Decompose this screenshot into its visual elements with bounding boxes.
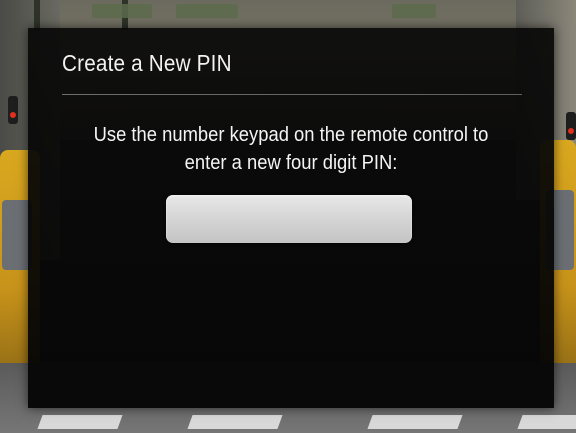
dialog-title: Create a New PIN	[62, 50, 232, 76]
pin-input-field[interactable]	[166, 195, 412, 243]
background-street-sign	[392, 4, 436, 18]
background-street-sign	[176, 4, 238, 18]
background-crosswalk-stripe	[367, 415, 463, 429]
background-street-sign	[92, 4, 152, 18]
dialog-instructions: Use the number keypad on the remote cont…	[93, 124, 489, 174]
background-crosswalk-stripe	[37, 415, 123, 429]
background-crosswalk-stripe	[187, 415, 283, 429]
background-pole	[34, 0, 40, 30]
title-divider	[62, 94, 522, 95]
background-crosswalk-stripe	[517, 415, 576, 429]
background-traffic-light	[8, 96, 18, 124]
create-pin-dialog: Create a New PIN Use the number keypad o…	[28, 28, 554, 408]
background-traffic-light	[566, 112, 576, 140]
